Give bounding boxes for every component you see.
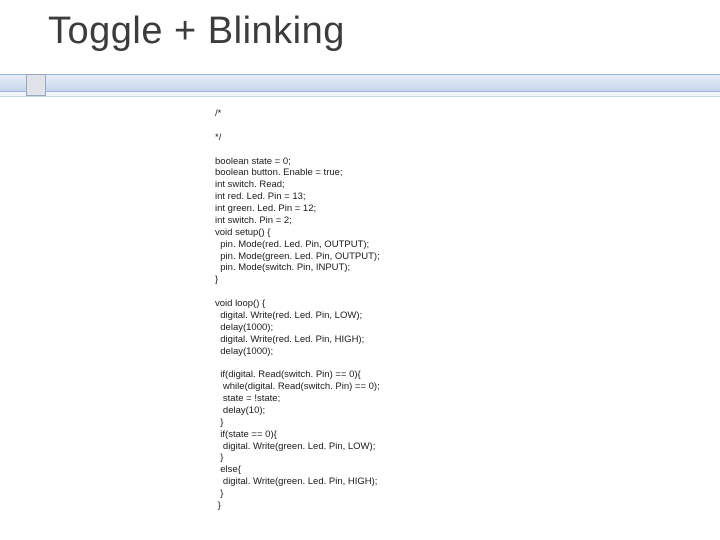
code-line: } xyxy=(215,452,223,463)
code-line: delay(1000); xyxy=(215,322,273,333)
code-line: state = !state; xyxy=(215,393,280,404)
accent-block xyxy=(26,74,46,96)
code-line: } xyxy=(215,500,221,511)
slide-title: Toggle + Blinking xyxy=(48,10,345,53)
title-underline-bar xyxy=(0,74,720,97)
code-line: digital. Write(green. Led. Pin, LOW); xyxy=(215,441,375,452)
code-line: pin. Mode(red. Led. Pin, OUTPUT); xyxy=(215,239,369,250)
code-line: void loop() { xyxy=(215,298,265,309)
code-line: digital. Write(red. Led. Pin, LOW); xyxy=(215,310,362,321)
code-line: else{ xyxy=(215,464,241,475)
code-line: delay(10); xyxy=(215,405,265,416)
code-line: pin. Mode(switch. Pin, INPUT); xyxy=(215,262,350,273)
code-line: while(digital. Read(switch. Pin) == 0); xyxy=(215,381,380,392)
code-line: int red. Led. Pin = 13; xyxy=(215,191,306,202)
code-line: int switch. Read; xyxy=(215,179,285,190)
code-line: /* xyxy=(215,108,221,119)
code-line: */ xyxy=(215,132,221,143)
code-line: digital. Write(green. Led. Pin, HIGH); xyxy=(215,476,377,487)
code-line: if(digital. Read(switch. Pin) == 0){ xyxy=(215,369,361,380)
code-line: } xyxy=(215,417,223,428)
bar-top xyxy=(0,74,720,92)
code-line: boolean state = 0; xyxy=(215,156,291,167)
code-line: delay(1000); xyxy=(215,346,273,357)
code-line: digital. Write(red. Led. Pin, HIGH); xyxy=(215,334,364,345)
slide: Toggle + Blinking /* */ boolean state = … xyxy=(0,0,720,540)
code-line: int green. Led. Pin = 12; xyxy=(215,203,316,214)
code-line: pin. Mode(green. Led. Pin, OUTPUT); xyxy=(215,251,380,262)
code-block: /* */ boolean state = 0; boolean button.… xyxy=(215,108,685,512)
code-line: if(state == 0){ xyxy=(215,429,277,440)
code-line: int switch. Pin = 2; xyxy=(215,215,292,226)
code-line: } xyxy=(215,488,223,499)
code-line: void setup() { xyxy=(215,227,270,238)
code-line: boolean button. Enable = true; xyxy=(215,167,343,178)
code-line: } xyxy=(215,274,218,285)
bar-bottom xyxy=(0,92,720,97)
